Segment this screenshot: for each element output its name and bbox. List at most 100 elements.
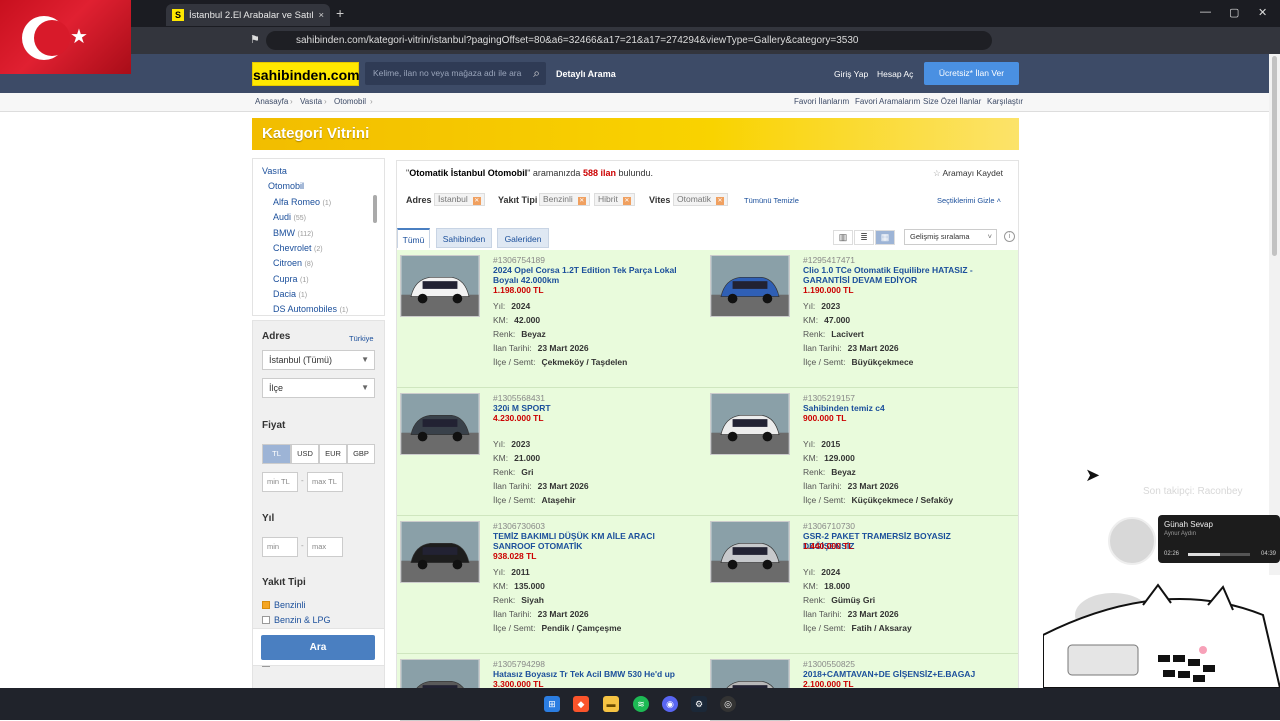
personal-listings-link[interactable]: Size Özel İlanlar (923, 97, 981, 106)
listing-title[interactable]: Hatasız Boyasız Tr Tek Acil BMW 530 He'd… (493, 669, 693, 679)
field-label: İlçe / Semt: (803, 623, 846, 633)
currency-gbp[interactable]: GBP (347, 444, 375, 464)
login-link[interactable]: Giriş Yap (834, 69, 868, 79)
category-root[interactable]: Vasıta (262, 166, 287, 176)
field-label: Yıl: (803, 567, 816, 577)
checkbox[interactable] (262, 616, 270, 624)
field-value: 18.000 (824, 581, 851, 591)
listing-district: İlçe / Semt: Küçükçekmece / Sefaköy (803, 495, 953, 505)
register-link[interactable]: Hesap Aç (877, 69, 913, 79)
remove-filter-icon[interactable]: ✕ (716, 197, 725, 205)
currency-tl[interactable]: TL (262, 444, 291, 464)
minimize-icon[interactable]: — (1200, 6, 1211, 18)
remove-filter-icon[interactable]: ✕ (622, 197, 631, 205)
currency-usd[interactable]: USD (291, 444, 319, 464)
windows-start-icon[interactable]: ⊞ (544, 696, 560, 712)
detailed-search-link[interactable]: Detaylı Arama (556, 69, 616, 79)
window-close-icon[interactable]: ✕ (1258, 6, 1267, 19)
url-field[interactable]: sahibinden.com/kategori-vitrin/istanbul?… (266, 31, 992, 50)
brand-item[interactable]: Audi (55) (273, 212, 306, 222)
sort-select[interactable]: Gelişmiş sıralama ˅ (904, 229, 997, 245)
listing-title[interactable]: 2024 Opel Corsa 1.2T Edition Tek Parça L… (493, 265, 693, 285)
listing-thumbnail[interactable] (710, 393, 790, 455)
listing-thumbnail[interactable] (400, 521, 480, 583)
brand-scrollbar[interactable] (373, 195, 377, 223)
browser-tab[interactable]: S İstanbul 2.El Arabalar ve Satılık S × (166, 4, 330, 26)
remove-filter-icon[interactable]: ✕ (472, 197, 481, 205)
tab-all[interactable]: Tümü (397, 228, 430, 248)
search-icon[interactable]: ⌕ (533, 62, 540, 85)
checkbox-checked[interactable] (262, 601, 270, 609)
brand-item[interactable]: DS Automobiles (1) (273, 304, 348, 314)
brand-item[interactable]: Dacia (1) (273, 289, 307, 299)
year-min-input[interactable]: min (262, 537, 298, 557)
hide-selected-link[interactable]: Seçtiklerimi Gizle ˄ (937, 196, 1001, 205)
list-view-icon[interactable]: ≣ (854, 230, 874, 245)
bookmark-icon[interactable]: ⚑ (250, 33, 260, 46)
listing-title[interactable]: 320i M SPORT (493, 403, 693, 413)
brand-item[interactable]: Chevrolet (2) (273, 243, 323, 253)
compare-link[interactable]: Karşılaştır (987, 97, 1023, 106)
field-value: 23 Mart 2026 (537, 609, 589, 619)
price-min-input[interactable]: min TL (262, 472, 298, 492)
clear-all-link[interactable]: Tümünü Temizle (744, 196, 799, 205)
search-input[interactable]: Kelime, ilan no veya mağaza adı ile ara … (365, 62, 546, 85)
info-icon[interactable]: i (1004, 231, 1015, 242)
remove-filter-icon[interactable]: ✕ (577, 197, 586, 205)
brave-browser-icon[interactable]: ◆ (573, 696, 589, 712)
tab-gallery[interactable]: Galeriden (497, 228, 549, 248)
fuel-benzin-lpg[interactable]: Benzin & LPG (262, 615, 331, 625)
price-max-input[interactable]: max TL (307, 472, 343, 492)
gallery-view-icon[interactable]: ▦ (875, 230, 895, 245)
steam-icon[interactable]: ⚙ (691, 696, 707, 712)
listing-title[interactable]: Clio 1.0 TCe Otomatik Equilibre HATASIZ … (803, 265, 1003, 285)
city-select[interactable]: İstanbul (Tümü) ▼ (262, 350, 375, 370)
district-select[interactable]: İlçe ▼ (262, 378, 375, 398)
fav-searches-link[interactable]: Favori Aramalarım (855, 97, 920, 106)
breadcrumb-vehicle[interactable]: Vasıta (300, 97, 322, 106)
field-label: KM: (493, 581, 509, 591)
site-logo[interactable]: sahibinden.com (252, 62, 360, 86)
filter-tag-otomatik[interactable]: Otomatik ✕ (673, 193, 729, 206)
filter-tag-address[interactable]: İstanbul ✕ (434, 193, 485, 206)
app-icon[interactable]: ◎ (720, 696, 736, 712)
listing-id: #1306710730 (803, 521, 856, 531)
spotify-icon[interactable]: ≋ (633, 696, 649, 712)
currency-eur[interactable]: EUR (319, 444, 347, 464)
discord-icon[interactable]: ◉ (662, 696, 678, 712)
brand-item[interactable]: Alfa Romeo (1) (273, 197, 331, 207)
breadcrumb-car[interactable]: Otomobil (334, 97, 366, 106)
fuel-benzinli[interactable]: Benzinli (262, 600, 306, 610)
field-value: 23 Mart 2026 (847, 481, 899, 491)
listing-title[interactable]: 2018+CAMTAVAN+DE GİŞENSİZ+E.BAGAJ (803, 669, 1003, 679)
tab-close-icon[interactable]: × (318, 10, 324, 21)
country-link[interactable]: Türkiye (349, 334, 374, 343)
listing-thumbnail[interactable] (400, 393, 480, 455)
listing-thumbnail[interactable] (710, 521, 790, 583)
new-tab-button[interactable]: + (336, 5, 344, 21)
filter-gear-label: Vites (649, 195, 671, 205)
category-sub[interactable]: Otomobil (268, 181, 304, 191)
brand-item[interactable]: BMW (112) (273, 228, 313, 238)
listing-thumbnail[interactable] (400, 255, 480, 317)
brand-item[interactable]: Citroen (8) (273, 258, 313, 268)
search-button[interactable]: Ara (261, 635, 375, 660)
brand-item[interactable]: Cupra (1) (273, 274, 309, 284)
star-icon: ☆ (933, 168, 943, 178)
field-label: İlçe / Semt: (493, 495, 536, 505)
breadcrumb-home[interactable]: Anasayfa (255, 97, 288, 106)
maximize-icon[interactable]: ▢ (1229, 6, 1239, 19)
save-search-button[interactable]: ☆ Aramayı Kaydet (933, 168, 1003, 179)
tab-owner[interactable]: Sahibinden (436, 228, 492, 248)
fav-listings-link[interactable]: Favori İlanlarım (794, 97, 849, 106)
file-explorer-icon[interactable]: ▬ (603, 696, 619, 712)
listing-title[interactable]: Sahibinden temiz c4 (803, 403, 1003, 413)
table-view-icon[interactable]: ▥ (833, 230, 853, 245)
listing-title[interactable]: TEMİZ BAKIMLI DÜŞÜK KM AİLE ARACI SANROO… (493, 531, 693, 551)
listing-date: İlan Tarihi: 23 Mart 2026 (493, 481, 589, 491)
post-ad-button[interactable]: Ücretsiz* İlan Ver (924, 62, 1019, 85)
filter-tag-hibrit[interactable]: Hibrit ✕ (594, 193, 635, 206)
filter-tag-benzinli[interactable]: Benzinli ✕ (539, 193, 590, 206)
year-max-input[interactable]: max (307, 537, 343, 557)
listing-thumbnail[interactable] (710, 255, 790, 317)
